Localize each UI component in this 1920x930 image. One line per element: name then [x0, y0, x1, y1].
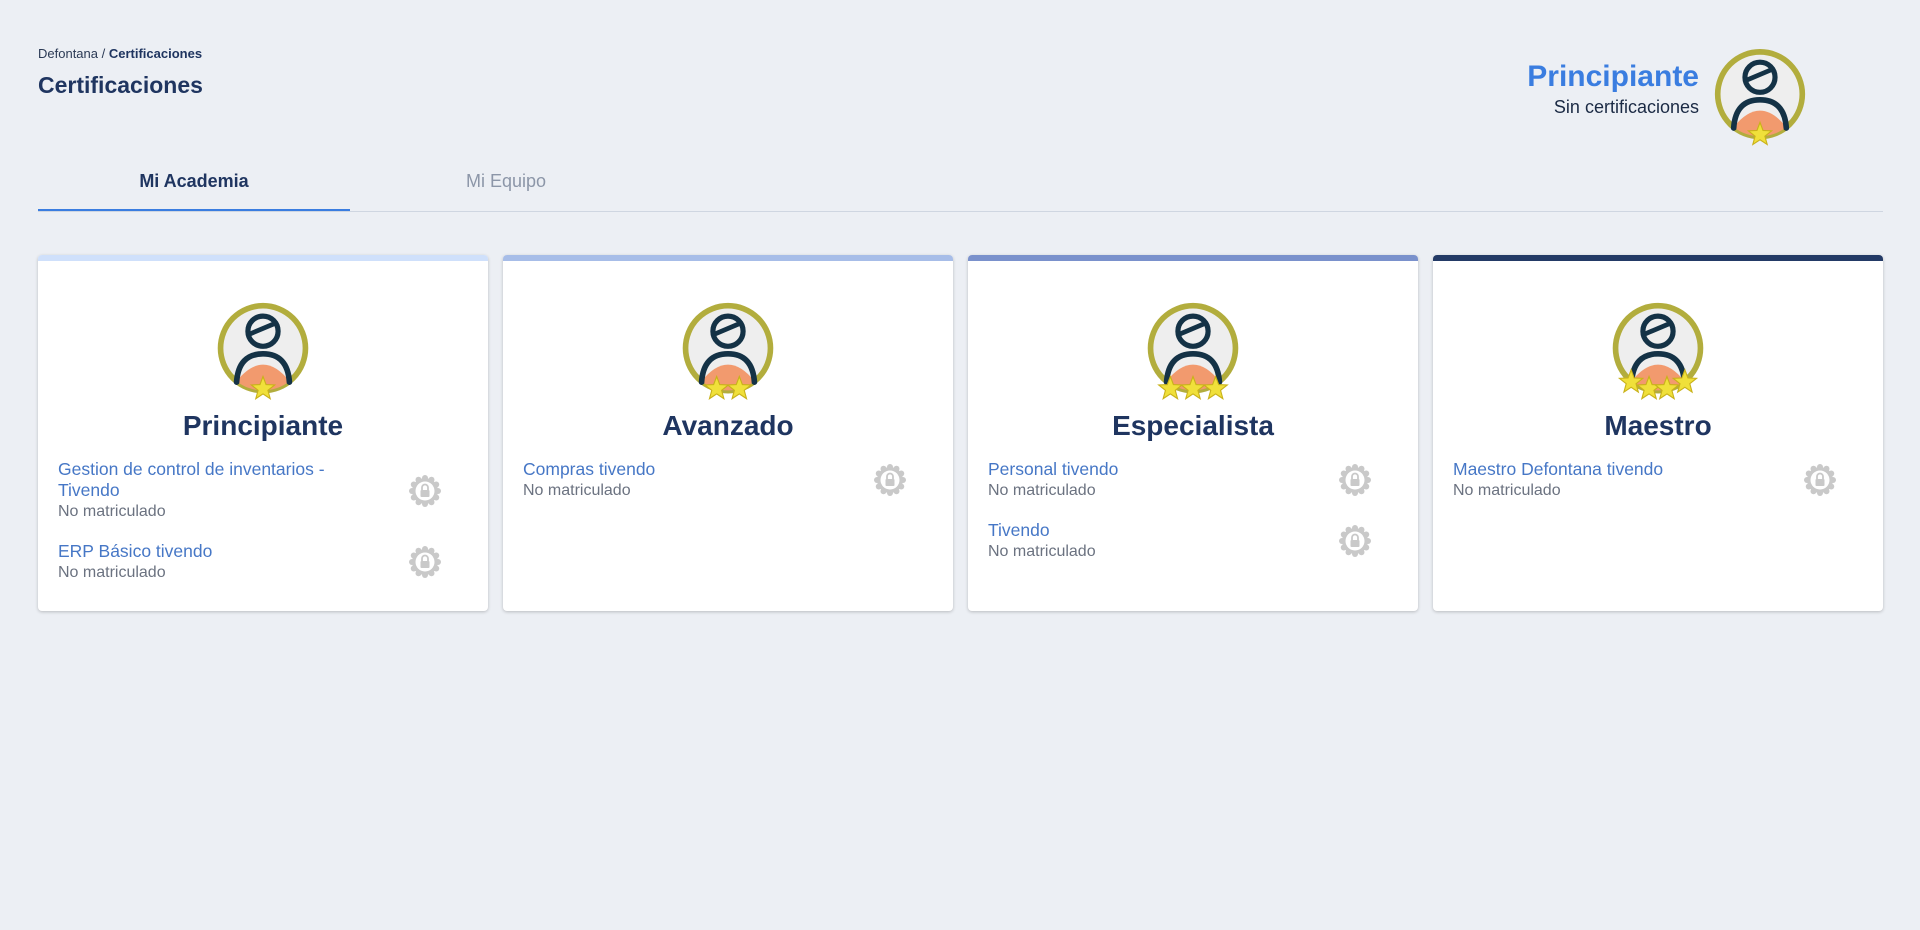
course-list: Compras tivendo No matriculado: [523, 459, 933, 520]
course-item: Compras tivendo No matriculado: [523, 459, 933, 501]
user-level-summary: Principiante Sin certificaciones: [1527, 47, 1807, 147]
user-level-badge-icon: [1714, 49, 1806, 146]
lock-icon: [874, 464, 906, 496]
tab-bar: Mi Academia Mi Equipo: [38, 164, 1883, 212]
tab-mi-equipo[interactable]: Mi Equipo: [350, 164, 662, 211]
level-card-avanzado: Avanzado Compras tivendo No matriculado: [503, 255, 953, 611]
course-item: Personal tivendo No matriculado: [988, 459, 1398, 501]
lock-icon: [1339, 464, 1371, 496]
course-link[interactable]: Personal tivendo: [988, 459, 1308, 480]
course-link[interactable]: Gestion de control de inventarios - Tive…: [58, 459, 378, 501]
lock-icon: [1804, 464, 1836, 496]
breadcrumb-current: Certificaciones: [108, 46, 203, 61]
course-status: No matriculado: [58, 564, 166, 581]
level-title: Avanzado: [662, 410, 794, 441]
tab-mi-academia[interactable]: Mi Academia: [38, 164, 350, 211]
breadcrumb: Defontana / Certificaciones: [38, 46, 203, 61]
course-link[interactable]: Compras tivendo: [523, 459, 843, 480]
level-badge-icon: [1612, 302, 1704, 400]
course-item: Gestion de control de inventarios - Tive…: [58, 459, 468, 522]
lock-icon: [409, 474, 441, 507]
certification-levels: Principiante Gestion de control de inven…: [38, 255, 1883, 611]
course-link[interactable]: Tivendo: [988, 520, 1308, 541]
course-item: Maestro Defontana tivendo No matriculado: [1453, 459, 1863, 501]
page-header: Defontana / Certificaciones Certificacio…: [38, 46, 203, 99]
course-status: No matriculado: [988, 482, 1096, 499]
breadcrumb-root[interactable]: Defontana: [38, 46, 98, 61]
level-card-especialista: Especialista Personal tivendo No matricu…: [968, 255, 1418, 611]
level-color-bar: [503, 255, 953, 261]
course-list: Gestion de control de inventarios - Tive…: [58, 459, 468, 602]
course-link[interactable]: Maestro Defontana tivendo: [1453, 459, 1773, 480]
level-badge-icon: [682, 302, 774, 400]
lock-icon: [409, 546, 441, 578]
level-badge-icon: [217, 302, 309, 400]
level-card-maestro: Maestro Maestro Defontana tivendo No mat…: [1433, 255, 1883, 611]
breadcrumb-separator: /: [98, 46, 109, 61]
course-item: ERP Básico tivendo No matriculado: [58, 541, 468, 583]
lock-icon: [1339, 525, 1371, 557]
level-badge-icon: [1147, 302, 1239, 400]
course-item: Tivendo No matriculado: [988, 520, 1398, 562]
level-title: Principiante: [182, 410, 344, 441]
course-list: Personal tivendo No matriculado Tivendo …: [988, 459, 1398, 581]
level-title: Maestro: [1604, 410, 1712, 441]
course-list: Maestro Defontana tivendo No matriculado: [1453, 459, 1863, 520]
course-status: No matriculado: [1453, 482, 1561, 499]
course-status: No matriculado: [988, 543, 1096, 560]
level-color-bar: [1433, 255, 1883, 261]
course-link[interactable]: ERP Básico tivendo: [58, 541, 378, 562]
level-card-principiante: Principiante Gestion de control de inven…: [38, 255, 488, 611]
level-title: Especialista: [1112, 410, 1274, 441]
user-level-name: Principiante: [1527, 60, 1699, 93]
level-color-bar: [38, 255, 488, 261]
page-title: Certificaciones: [38, 72, 203, 98]
user-level-subtitle: Sin certificaciones: [1553, 97, 1699, 117]
course-status: No matriculado: [58, 503, 166, 520]
level-color-bar: [968, 255, 1418, 261]
course-status: No matriculado: [523, 482, 631, 499]
